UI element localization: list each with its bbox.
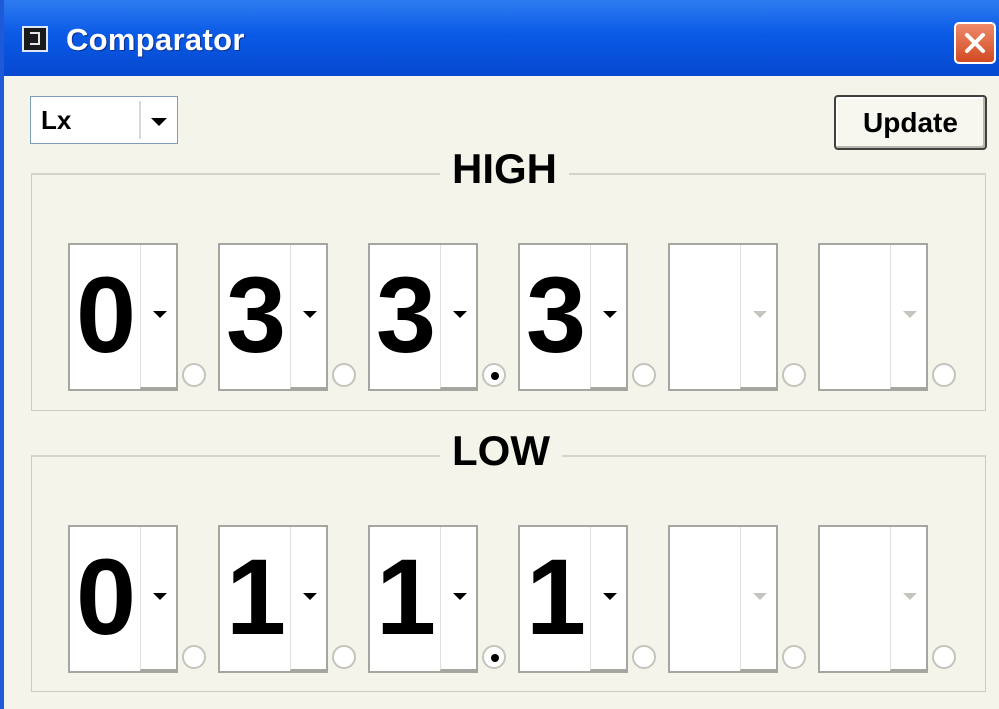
chevron-down-icon[interactable]	[290, 527, 328, 671]
low-decimal-radio-5[interactable]	[782, 645, 806, 669]
low-decimal-radio-4[interactable]	[632, 645, 656, 669]
close-icon	[965, 33, 985, 53]
low-group-label: LOW	[440, 427, 562, 475]
high-digit-spinner-1[interactable]: 0	[68, 243, 178, 391]
title-bar[interactable]: Comparator	[4, 0, 999, 76]
chevron-down-icon	[740, 245, 778, 389]
high-digit-spinner-3[interactable]: 3	[368, 243, 478, 391]
low-decimal-radio-2[interactable]	[332, 645, 356, 669]
chevron-down-icon[interactable]	[290, 245, 328, 389]
high-digit-value-1: 0	[76, 254, 137, 375]
high-digit-value-2: 3	[226, 254, 287, 375]
chevron-down-icon	[890, 245, 928, 389]
close-button[interactable]	[954, 22, 996, 64]
low-decimal-radio-6[interactable]	[932, 645, 956, 669]
low-digit-spinner-3[interactable]: 1	[368, 525, 478, 673]
low-decimal-radio-3[interactable]	[482, 645, 506, 669]
update-button[interactable]: Update	[834, 95, 987, 150]
low-digit-value-3: 1	[376, 536, 437, 657]
chevron-down-icon	[890, 527, 928, 671]
high-digit-spinner-6	[818, 243, 928, 391]
low-decimal-radio-1[interactable]	[182, 645, 206, 669]
low-digit-spinner-5	[668, 525, 778, 673]
chevron-down-icon[interactable]	[140, 245, 178, 389]
chevron-down-icon[interactable]	[590, 527, 628, 671]
chevron-down-icon	[740, 527, 778, 671]
chevron-down-icon[interactable]	[590, 245, 628, 389]
low-digit-value-1: 0	[76, 536, 137, 657]
chevron-down-icon[interactable]	[139, 101, 175, 139]
high-group-label: HIGH	[440, 145, 569, 193]
low-digit-value-2: 1	[226, 536, 287, 657]
high-digit-value-4: 3	[526, 254, 587, 375]
chevron-down-icon[interactable]	[140, 527, 178, 671]
app-icon	[22, 26, 48, 52]
high-digit-value-3: 3	[376, 254, 437, 375]
high-digit-spinner-2[interactable]: 3	[218, 243, 328, 391]
low-digit-spinner-6	[818, 525, 928, 673]
high-decimal-radio-4[interactable]	[632, 363, 656, 387]
window-title: Comparator	[66, 22, 245, 57]
unit-select-value: Lx	[41, 105, 72, 135]
unit-select[interactable]: Lx	[30, 96, 178, 144]
chevron-down-icon[interactable]	[440, 527, 478, 671]
high-decimal-radio-3[interactable]	[482, 363, 506, 387]
high-digit-spinner-5	[668, 243, 778, 391]
low-digit-value-4: 1	[526, 536, 587, 657]
chevron-down-icon[interactable]	[440, 245, 478, 389]
high-decimal-radio-6[interactable]	[932, 363, 956, 387]
low-digit-spinner-4[interactable]: 1	[518, 525, 628, 673]
high-decimal-radio-1[interactable]	[182, 363, 206, 387]
high-decimal-radio-5[interactable]	[782, 363, 806, 387]
high-digit-spinner-4[interactable]: 3	[518, 243, 628, 391]
low-digit-spinner-2[interactable]: 1	[218, 525, 328, 673]
low-digit-spinner-1[interactable]: 0	[68, 525, 178, 673]
high-decimal-radio-2[interactable]	[332, 363, 356, 387]
